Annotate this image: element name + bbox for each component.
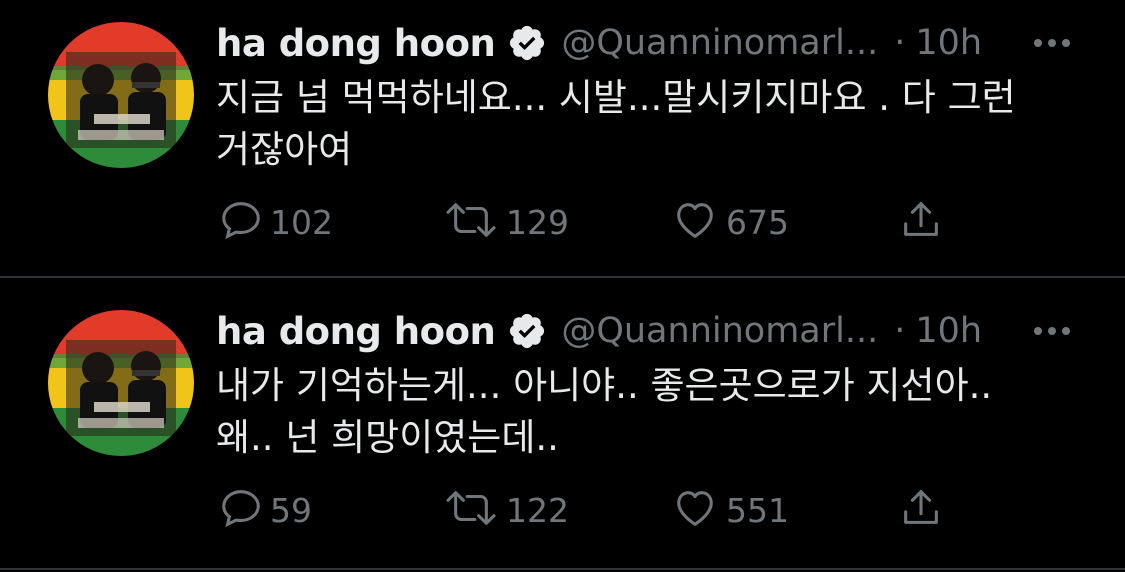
tweet-text: 지금 넘 먹먹하네요... 시발...말시키지마요 . 다 그런 거잖아여 <box>216 76 1016 171</box>
timestamp[interactable]: 10h <box>915 311 982 351</box>
author-name[interactable]: ha dong hoon <box>216 310 496 353</box>
tweet-actions: 102 129 675 <box>218 196 978 248</box>
reply-button[interactable]: 59 <box>218 484 312 536</box>
separator-dot: · <box>894 311 906 351</box>
tweet-actions: 59 122 551 <box>218 484 978 536</box>
tweet[interactable]: ha dong hoon @Quanninomarl... · 10h 내가 기… <box>0 288 1125 570</box>
tweet-text: 내가 기억하는게... 아니야.. 좋은곳으로가 지선아.. 왜.. 넌 희망이… <box>216 364 993 459</box>
reply-icon <box>218 197 264 247</box>
heart-icon <box>670 197 720 247</box>
like-button[interactable]: 551 <box>670 484 789 536</box>
retweet-button[interactable]: 129 <box>442 196 569 248</box>
more-icon[interactable] <box>1030 14 1074 72</box>
retweet-count: 122 <box>506 490 569 530</box>
heart-icon <box>670 485 720 535</box>
separator-dot: · <box>894 23 906 63</box>
share-icon <box>898 485 944 535</box>
retweet-icon <box>442 197 500 247</box>
reply-icon <box>218 485 264 535</box>
timestamp[interactable]: 10h <box>915 23 982 63</box>
tweet-header: ha dong hoon @Quanninomarl... · 10h <box>216 14 1086 72</box>
verified-badge-icon <box>507 23 547 63</box>
retweet-count: 129 <box>506 202 569 242</box>
like-count: 675 <box>726 202 789 242</box>
tweet[interactable]: ha dong hoon @Quanninomarl... · 10h 지금 넘… <box>0 0 1125 282</box>
author-name[interactable]: ha dong hoon <box>216 22 496 65</box>
tweet-divider <box>0 568 1125 570</box>
more-icon[interactable] <box>1030 302 1074 360</box>
reply-count: 102 <box>270 202 333 242</box>
like-count: 551 <box>726 490 789 530</box>
share-button[interactable] <box>898 484 944 536</box>
author-handle[interactable]: @Quanninomarl... <box>561 311 878 351</box>
author-handle[interactable]: @Quanninomarl... <box>561 23 878 63</box>
retweet-button[interactable]: 122 <box>442 484 569 536</box>
share-icon <box>898 197 944 247</box>
avatar[interactable] <box>48 310 194 456</box>
reply-button[interactable]: 102 <box>218 196 333 248</box>
tweet-header: ha dong hoon @Quanninomarl... · 10h <box>216 302 1086 360</box>
verified-badge-icon <box>507 311 547 351</box>
reply-count: 59 <box>270 490 312 530</box>
retweet-icon <box>442 485 500 535</box>
tweet-divider <box>0 276 1125 278</box>
avatar[interactable] <box>48 22 194 168</box>
like-button[interactable]: 675 <box>670 196 789 248</box>
share-button[interactable] <box>898 196 944 248</box>
